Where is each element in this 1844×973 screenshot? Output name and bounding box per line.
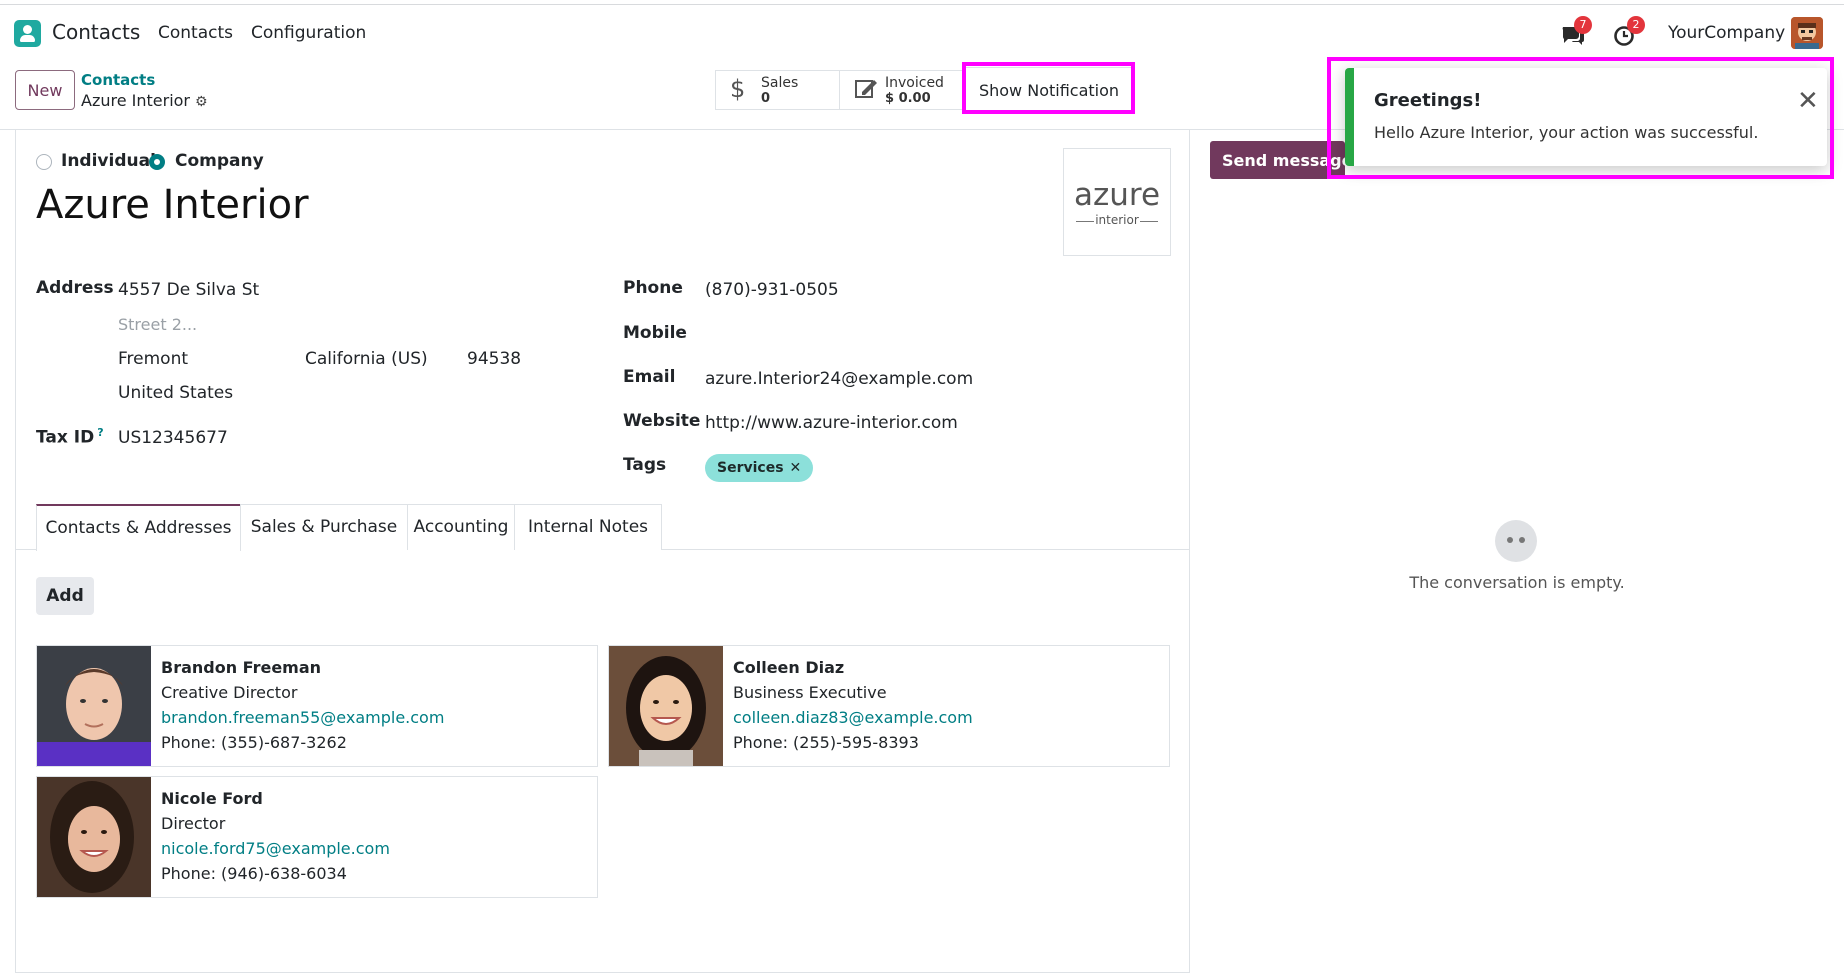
dollar-icon: $ bbox=[730, 75, 746, 103]
tag-services[interactable]: Services ✕ bbox=[705, 454, 814, 482]
website-field[interactable]: http://www.azure-interior.com bbox=[705, 413, 958, 433]
contact-name: Colleen Diaz bbox=[733, 658, 845, 677]
website-label: Website bbox=[623, 411, 701, 431]
radio-individual[interactable] bbox=[36, 154, 52, 170]
tab-contacts-addresses[interactable]: Contacts & Addresses bbox=[36, 504, 241, 551]
stat-button-invoiced[interactable]: Invoiced $ 0.00 bbox=[839, 70, 966, 110]
breadcrumb-current: Azure Interior ⚙ bbox=[81, 91, 208, 110]
contact-email[interactable]: colleen.diaz83@example.com bbox=[733, 708, 973, 727]
new-button[interactable]: New bbox=[15, 70, 75, 110]
city-field[interactable]: Fremont bbox=[118, 349, 188, 369]
breadcrumb-parent[interactable]: Contacts bbox=[81, 71, 155, 89]
tag-label: Services bbox=[717, 460, 784, 476]
company-switcher[interactable]: YourCompany bbox=[1668, 23, 1785, 43]
address-label: Address bbox=[36, 278, 114, 298]
empty-conversation-icon bbox=[1495, 520, 1537, 562]
contact-card[interactable]: Colleen Diaz Business Executive colleen.… bbox=[608, 645, 1170, 767]
email-label: Email bbox=[623, 367, 676, 387]
empty-conversation-text: The conversation is empty. bbox=[1409, 573, 1625, 592]
stat-button-sales[interactable]: $ Sales 0 bbox=[715, 70, 840, 110]
contact-photo bbox=[37, 777, 151, 897]
mobile-label: Mobile bbox=[623, 323, 687, 343]
contact-name: Brandon Freeman bbox=[161, 658, 322, 677]
tab-internal-notes[interactable]: Internal Notes bbox=[514, 504, 662, 550]
contact-photo bbox=[609, 646, 723, 766]
tags-label: Tags bbox=[623, 455, 667, 475]
stat-sales-value: 0 bbox=[761, 91, 771, 106]
tax-id-label: Tax ID? bbox=[36, 426, 104, 448]
user-avatar[interactable] bbox=[1791, 17, 1823, 49]
menu-configuration[interactable]: Configuration bbox=[251, 23, 366, 43]
contact-function: Creative Director bbox=[161, 683, 298, 702]
breadcrumb-current-label: Azure Interior bbox=[81, 91, 191, 110]
stat-sales-label: Sales bbox=[761, 75, 799, 91]
clock-icon[interactable]: 2 bbox=[1613, 16, 1645, 47]
email-field[interactable]: azure.Interior24@example.com bbox=[705, 369, 973, 389]
street2-field[interactable]: Street 2... bbox=[118, 315, 197, 334]
close-icon[interactable]: ✕ bbox=[790, 460, 802, 476]
mobile-field[interactable] bbox=[705, 325, 1105, 347]
send-message-button[interactable]: Send message bbox=[1210, 141, 1345, 179]
chatter-panel: Send message The conversation is empty. bbox=[1190, 130, 1844, 973]
contact-email[interactable]: brandon.freeman55@example.com bbox=[161, 708, 444, 727]
add-contact-button[interactable]: Add bbox=[36, 577, 94, 615]
tax-id-label-text: Tax ID bbox=[36, 427, 95, 448]
contact-phone: Phone: (946)-638-6034 bbox=[161, 864, 347, 883]
zip-field[interactable]: 94538 bbox=[467, 349, 521, 369]
contact-card[interactable]: Brandon Freeman Creative Director brando… bbox=[36, 645, 598, 767]
notebook-tabs: Contacts & Addresses Sales & Purchase Ac… bbox=[16, 504, 1189, 551]
invoice-edit-icon bbox=[854, 75, 880, 107]
stat-invoiced-label: Invoiced bbox=[885, 75, 944, 91]
highlight-notification bbox=[1327, 57, 1834, 179]
company-logo[interactable]: azure interior bbox=[1063, 148, 1171, 256]
contact-photo bbox=[37, 646, 151, 766]
form-sheet: Individual Company Azure Interior azure … bbox=[15, 130, 1190, 973]
app-name[interactable]: Contacts bbox=[52, 20, 140, 44]
tab-sales-purchase[interactable]: Sales & Purchase bbox=[240, 504, 408, 550]
contact-name: Nicole Ford bbox=[161, 789, 263, 808]
logo-rule-right bbox=[1140, 221, 1158, 222]
contact-function: Business Executive bbox=[733, 683, 887, 702]
menu-contacts[interactable]: Contacts bbox=[158, 23, 233, 43]
phone-label: Phone bbox=[623, 278, 683, 298]
street-field[interactable]: 4557 De Silva St bbox=[118, 280, 259, 300]
contact-card[interactable]: Nicole Ford Director nicole.ford75@examp… bbox=[36, 776, 598, 898]
chat-badge: 7 bbox=[1574, 16, 1592, 34]
country-field[interactable]: United States bbox=[118, 383, 233, 403]
logo-text-main: azure bbox=[1073, 177, 1161, 213]
highlight-show-notification bbox=[962, 62, 1135, 114]
contacts-app-icon[interactable] bbox=[14, 20, 41, 47]
stat-invoiced-value: $ 0.00 bbox=[885, 91, 931, 106]
tab-accounting[interactable]: Accounting bbox=[407, 504, 515, 550]
label-company[interactable]: Company bbox=[175, 151, 264, 171]
gear-icon[interactable]: ⚙ bbox=[195, 94, 208, 110]
radio-company[interactable] bbox=[149, 154, 165, 170]
chat-bubbles-icon[interactable]: 7 bbox=[1560, 16, 1592, 47]
contact-function: Director bbox=[161, 814, 226, 833]
phone-field[interactable]: (870)-931-0505 bbox=[705, 280, 839, 300]
state-field[interactable]: California (US) bbox=[305, 349, 428, 369]
record-name[interactable]: Azure Interior bbox=[36, 182, 309, 228]
contact-email[interactable]: nicole.ford75@example.com bbox=[161, 839, 390, 858]
contact-phone: Phone: (255)-595-8393 bbox=[733, 733, 919, 752]
activity-badge: 2 bbox=[1627, 16, 1645, 34]
logo-text-sub: interior bbox=[1095, 213, 1139, 227]
main-navbar: Contacts Contacts Configuration 7 2 Your… bbox=[0, 5, 1844, 61]
help-tooltip-icon[interactable]: ? bbox=[97, 426, 103, 439]
contact-phone: Phone: (355)-687-3262 bbox=[161, 733, 347, 752]
tax-id-field[interactable]: US12345677 bbox=[118, 428, 228, 448]
label-individual[interactable]: Individual bbox=[61, 151, 156, 171]
